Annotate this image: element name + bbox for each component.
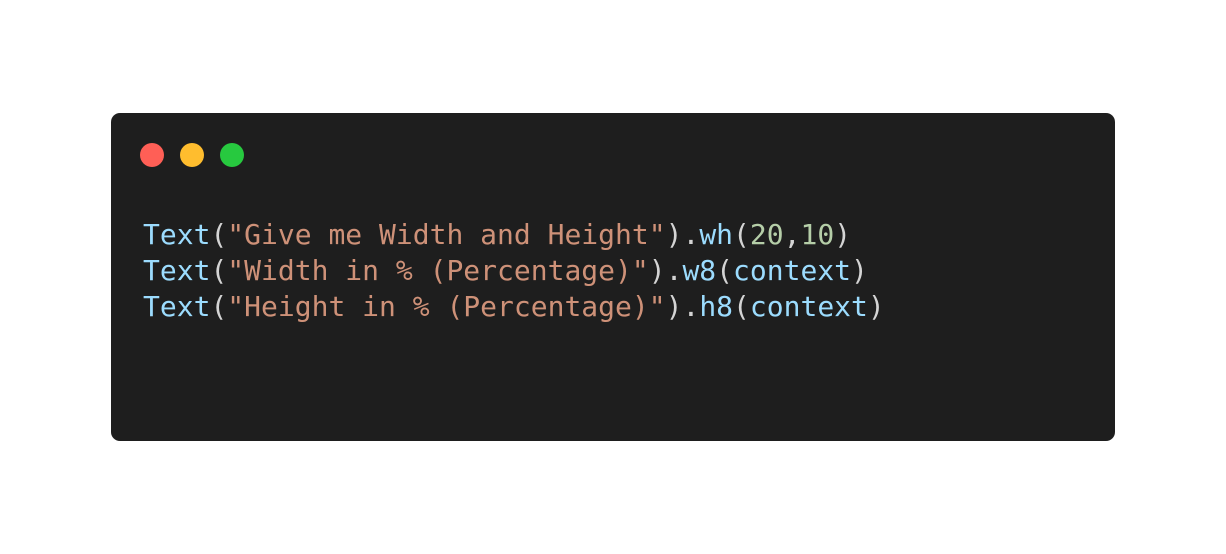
code-token-string: "Give me Width and Height" xyxy=(227,218,666,251)
code-token-punctuation: ( xyxy=(733,218,750,251)
code-line: Text("Give me Width and Height").wh(20,1… xyxy=(143,217,885,253)
code-token-punctuation: ). xyxy=(665,290,700,323)
code-token-identifier: wh xyxy=(699,218,734,251)
code-token-string: "Width in % (Percentage)" xyxy=(227,254,649,287)
code-token-identifier: Text xyxy=(143,218,211,251)
code-token-punctuation: ). xyxy=(648,254,683,287)
code-token-number: 20 xyxy=(749,218,784,251)
minimize-dot-icon[interactable] xyxy=(180,143,204,167)
code-token-identifier: context xyxy=(733,254,852,287)
code-window: Text("Give me Width and Height").wh(20,1… xyxy=(111,113,1115,441)
code-token-punctuation: ( xyxy=(210,290,228,323)
code-token-identifier: Text xyxy=(143,254,211,287)
code-block: Text("Give me Width and Height").wh(20,1… xyxy=(143,217,885,325)
code-token-punctuation: ) xyxy=(867,290,885,323)
close-dot-icon[interactable] xyxy=(140,143,164,167)
code-token-punctuation: , xyxy=(783,218,801,251)
code-token-string: "Height in % (Percentage)" xyxy=(227,290,666,323)
code-token-punctuation: ). xyxy=(665,218,700,251)
code-token-punctuation: ( xyxy=(210,218,228,251)
code-token-number: 10 xyxy=(800,218,835,251)
code-token-punctuation: ( xyxy=(210,254,228,287)
code-line: Text("Height in % (Percentage)").h8(cont… xyxy=(143,289,885,325)
code-line: Text("Width in % (Percentage)").w8(conte… xyxy=(143,253,885,289)
code-token-identifier: h8 xyxy=(699,290,734,323)
code-token-punctuation: ) xyxy=(851,254,868,287)
code-token-punctuation: ( xyxy=(716,254,734,287)
code-token-identifier: w8 xyxy=(682,254,717,287)
code-token-identifier: Text xyxy=(143,290,211,323)
code-token-punctuation: ( xyxy=(733,290,750,323)
code-token-identifier: context xyxy=(749,290,868,323)
maximize-dot-icon[interactable] xyxy=(220,143,244,167)
code-token-punctuation: ) xyxy=(834,218,852,251)
window-controls xyxy=(140,143,244,167)
